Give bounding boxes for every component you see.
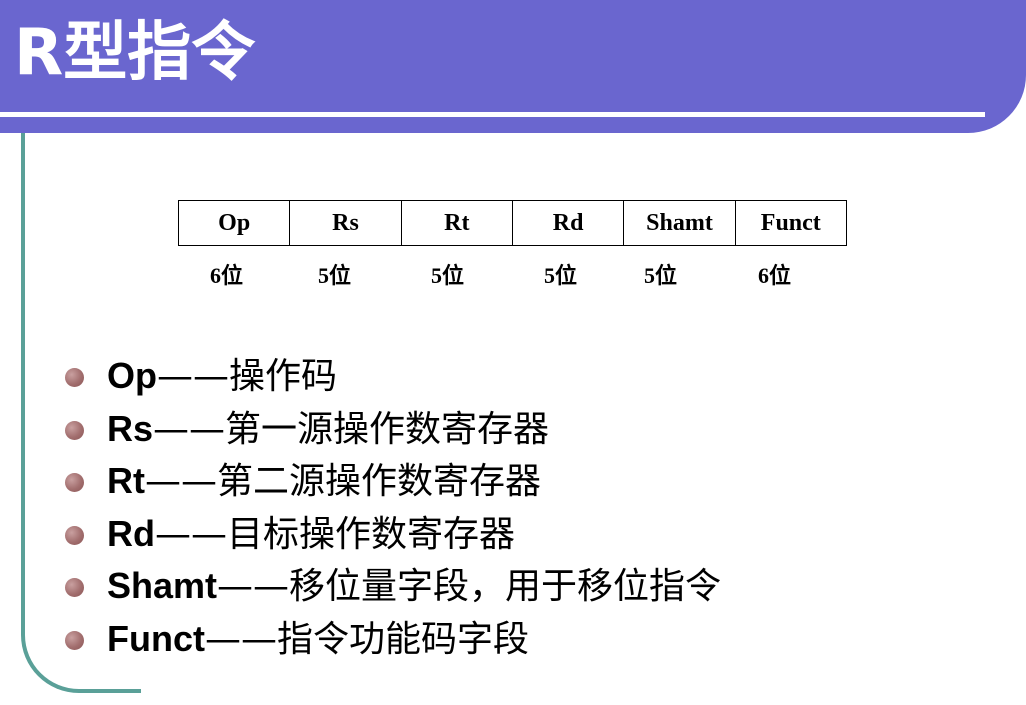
field-description: ——移位量字段，用于移位指令: [217, 566, 722, 607]
field-term: Rd: [107, 512, 155, 554]
slide: R型指令 Op Rs Rt Rd Shamt Funct 6位 5位 5位 5位…: [0, 0, 1026, 705]
field-term: Op: [107, 355, 157, 396]
bits-rs: 5位: [318, 263, 352, 288]
list-item: Rs——第一源操作数寄存器: [64, 403, 1004, 456]
bullet-icon: [65, 525, 84, 545]
list-item: Rd——目标操作数寄存器: [64, 508, 1004, 561]
field-description: ——第二源操作数寄存器: [145, 461, 542, 502]
field-funct: Funct: [760, 209, 821, 236]
field-width-row: 6位 5位 5位 5位 5位 6位: [178, 258, 847, 292]
bits-funct: 6位: [758, 263, 792, 288]
field-term: Rs: [107, 407, 154, 449]
slide-title: R型指令: [14, 16, 256, 90]
title-divider: [0, 112, 985, 117]
bits-rt: 5位: [431, 263, 465, 288]
field-op: Op: [179, 201, 291, 245]
field-description: ——第一源操作数寄存器: [153, 408, 550, 450]
list-item: Shamt——移位量字段，用于移位指令: [64, 560, 1004, 613]
bullet-icon: [65, 630, 84, 650]
field-description: ——指令功能码字段: [204, 618, 529, 660]
bits-shamt: 5位: [644, 263, 678, 288]
bullet-icon: [65, 578, 84, 597]
field-term: Funct: [107, 617, 205, 659]
list-item: Op——操作码: [64, 350, 1004, 403]
field-rs: Rs: [290, 201, 402, 245]
list-item: Rt——第二源操作数寄存器: [64, 455, 1004, 508]
field-description-list: Op——操作码 Rs——第一源操作数寄存器 Rt——第二源操作数寄存器 Rd——…: [64, 350, 1004, 665]
field-description: ——目标操作数寄存器: [155, 513, 516, 555]
list-item: Funct——指令功能码字段: [64, 613, 1004, 666]
bullet-icon: [65, 368, 84, 387]
bits-op: 6位: [210, 263, 244, 288]
bullet-icon: [65, 473, 84, 492]
field-shamt: Shamt: [624, 201, 736, 245]
field-rt: Rt: [402, 201, 513, 245]
instruction-format-table: Op Rs Rt Rd Shamt Funct: [178, 200, 847, 246]
bits-rd: 5位: [544, 263, 578, 288]
field-term: Rt: [107, 460, 145, 501]
field-rd: Rd: [513, 201, 625, 245]
field-description: ——操作码: [157, 356, 338, 397]
bullet-icon: [65, 420, 84, 440]
field-term: Shamt: [107, 565, 218, 606]
